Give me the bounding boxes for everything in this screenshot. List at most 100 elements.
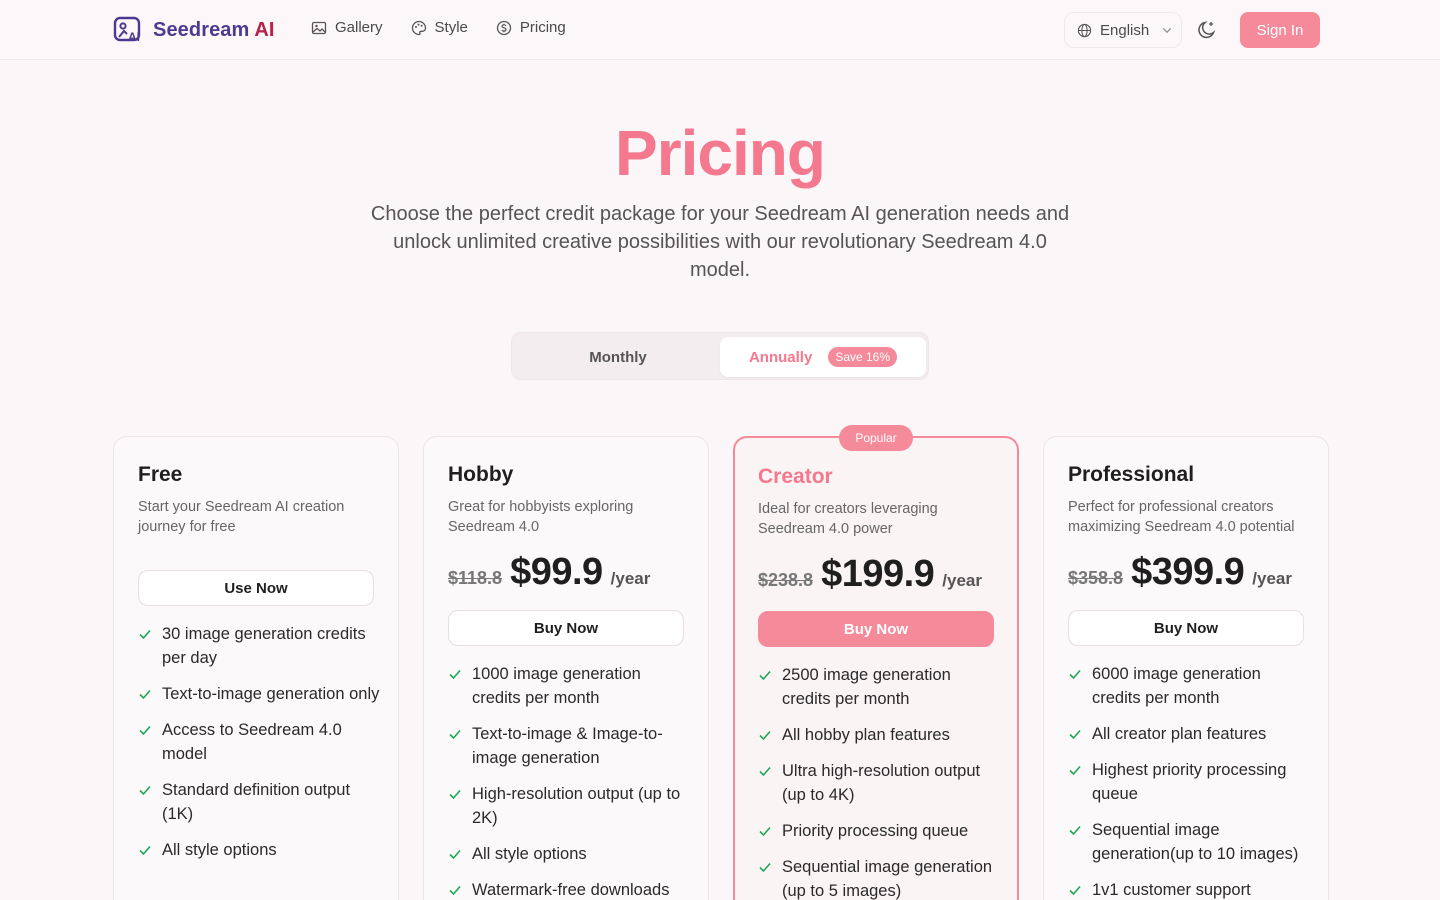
nav-style-label: Style (434, 19, 468, 36)
check-icon (448, 878, 462, 900)
nav-pricing-label: Pricing (519, 19, 566, 36)
feature-item: 2500 image generation credits per month (758, 663, 1002, 711)
image-icon (311, 21, 327, 34)
buy-now-button[interactable]: Buy Now (758, 611, 994, 647)
check-icon (1068, 722, 1082, 746)
original-price: $118.8 (448, 568, 503, 588)
nav-gallery[interactable]: Gallery (311, 19, 383, 36)
feature-item: Sequential image generation(up to 10 ima… (1068, 818, 1312, 866)
original-price: $238.8 (758, 570, 814, 590)
annually-label: Annually (748, 348, 813, 366)
feature-item: Text-to-image & Image-to-image generatio… (448, 722, 692, 770)
check-icon (1068, 818, 1082, 842)
logo-icon: AI (113, 16, 141, 44)
annually-option[interactable]: Annually Save 16% (720, 337, 926, 377)
plan-description: Perfect for professional creators maximi… (1068, 499, 1295, 535)
language-selector[interactable]: English (1064, 12, 1182, 48)
monthly-option[interactable]: Monthly (518, 337, 718, 377)
current-price: $99.9 (510, 551, 603, 593)
logo[interactable]: AI Seedream AI (113, 15, 275, 45)
price-row: $118.8 $99.9 /year (448, 551, 650, 594)
check-icon (138, 778, 152, 802)
logo-text: Seedream AI (153, 18, 275, 41)
feature-item: Priority processing queue (758, 819, 1002, 843)
plan-card-free: Free Start your Seedream AI creation jou… (113, 436, 399, 900)
feature-item: All hobby plan features (758, 723, 1002, 747)
feature-list: 6000 image generation credits per month … (1068, 662, 1312, 900)
page-subtitle: Choose the perfect credit package for yo… (370, 203, 1070, 281)
feature-item: Ultra high-resolution output (up to 4K) (758, 759, 1002, 807)
page-title: Pricing (615, 117, 826, 189)
check-icon (448, 842, 462, 866)
price-row: $358.8 $399.9 /year (1068, 551, 1292, 594)
plan-name: Free (138, 463, 183, 486)
nav-style[interactable]: Style (411, 19, 468, 36)
feature-item: All style options (138, 838, 382, 862)
moon-sparkle-icon[interactable] (1196, 19, 1218, 41)
billing-toggle: Monthly Annually Save 16% (511, 332, 929, 380)
check-icon (758, 663, 772, 687)
check-icon (138, 682, 152, 706)
plan-card-professional: Professional Perfect for professional cr… (1043, 436, 1329, 900)
price-period: /year (942, 571, 982, 590)
buy-now-button[interactable]: Buy Now (448, 610, 684, 646)
feature-list: 30 image generation credits per day Text… (138, 622, 382, 874)
price-period: /year (1252, 569, 1292, 588)
plan-card-hobby: Hobby Great for hobbyists exploring Seed… (423, 436, 709, 900)
feature-item: Sequential image generation (up to 5 ima… (758, 855, 1002, 900)
plan-description: Start your Seedream AI creation journey … (138, 499, 345, 535)
top-nav-bar: AI Seedream AI Gallery Style Pricing Eng… (0, 0, 1440, 60)
check-icon (448, 662, 462, 686)
price-period: /year (610, 569, 651, 588)
check-icon (448, 722, 462, 746)
check-icon (758, 819, 772, 843)
chevron-down-icon (1163, 28, 1172, 34)
use-now-button[interactable]: Use Now (138, 570, 374, 606)
plan-name: Creator (758, 465, 833, 488)
nav-pricing[interactable]: Pricing (496, 19, 566, 36)
svg-text:AI: AI (128, 30, 140, 44)
check-icon (758, 855, 772, 879)
feature-item: 6000 image generation credits per month (1068, 662, 1312, 710)
feature-item: 1v1 customer support (1068, 878, 1312, 900)
globe-icon (1077, 23, 1092, 37)
feature-item: Highest priority processing queue (1068, 758, 1312, 806)
palette-icon (411, 20, 426, 35)
feature-item: Standard definition output (1K) (138, 778, 382, 826)
current-price: $399.9 (1131, 551, 1245, 593)
check-icon (1068, 758, 1082, 782)
plan-card-creator: Popular Creator Ideal for creators lever… (733, 425, 1019, 900)
sign-in-button[interactable]: Sign In (1240, 12, 1320, 48)
check-icon (758, 723, 772, 747)
plan-name: Professional (1068, 463, 1195, 486)
feature-item: 30 image generation credits per day (138, 622, 382, 670)
feature-item: All style options (448, 842, 692, 866)
plan-description: Ideal for creators leveraging Seedream 4… (758, 501, 938, 537)
buy-now-button[interactable]: Buy Now (1068, 610, 1304, 646)
feature-item: Text-to-image generation only (138, 682, 382, 706)
check-icon (138, 718, 152, 742)
feature-item: All creator plan features (1068, 722, 1312, 746)
plan-name: Hobby (448, 463, 514, 486)
feature-item: Watermark-free downloads (448, 878, 692, 900)
check-icon (758, 759, 772, 783)
feature-item: High-resolution output (up to 2K) (448, 782, 692, 830)
check-icon (138, 622, 152, 646)
feature-item: 1000 image generation credits per month (448, 662, 692, 710)
save-badge: Save 16% (828, 347, 898, 367)
popular-badge: Popular (839, 425, 913, 451)
feature-item: Access to Seedream 4.0 model (138, 718, 382, 766)
check-icon (1068, 662, 1082, 686)
plan-description: Great for hobbyists exploring Seedream 4… (448, 499, 634, 535)
current-price: $199.9 (821, 553, 935, 595)
original-price: $358.8 (1068, 568, 1124, 588)
language-label: English (1100, 21, 1150, 39)
check-icon (1068, 878, 1082, 900)
main-nav: Gallery Style Pricing (311, 19, 566, 36)
nav-gallery-label: Gallery (335, 19, 383, 36)
check-icon (138, 838, 152, 862)
feature-list: 1000 image generation credits per month … (448, 662, 692, 900)
feature-list: 2500 image generation credits per month … (758, 663, 1002, 900)
dollar-circle-icon (496, 20, 512, 35)
check-icon (448, 782, 462, 806)
